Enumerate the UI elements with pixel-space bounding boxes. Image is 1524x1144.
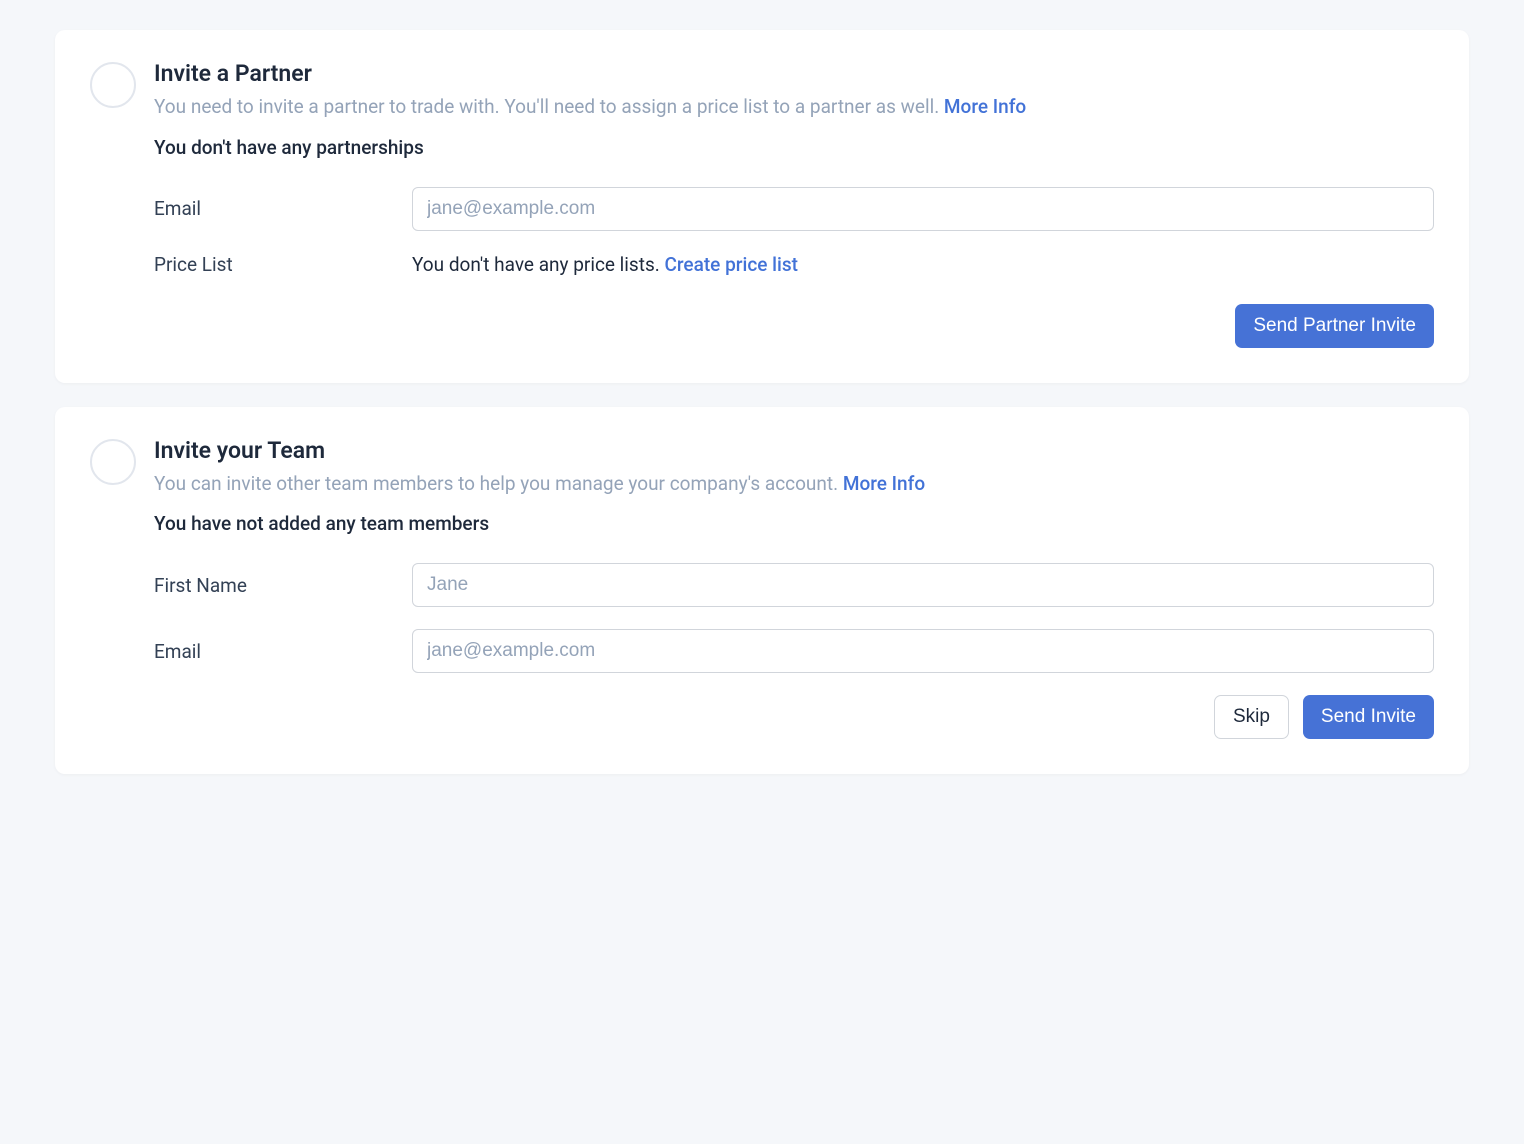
status-circle-icon: [90, 439, 136, 485]
create-pricelist-link[interactable]: Create price list: [664, 253, 797, 276]
pricelist-message: You don't have any price lists.: [412, 253, 664, 276]
team-email-row: Email: [154, 629, 1434, 673]
partner-pricelist-label: Price List: [154, 253, 412, 276]
team-button-row: Skip Send Invite: [154, 695, 1434, 739]
team-more-info-link[interactable]: More Info: [843, 472, 925, 495]
skip-button[interactable]: Skip: [1214, 695, 1289, 739]
status-circle-icon: [90, 62, 136, 108]
send-partner-invite-button[interactable]: Send Partner Invite: [1235, 304, 1434, 348]
card-header: Invite a Partner You need to invite a pa…: [90, 60, 1434, 348]
card-content: Invite your Team You can invite other te…: [154, 437, 1434, 740]
partner-email-input[interactable]: [412, 187, 1434, 231]
partner-status: You don't have any partnerships: [154, 136, 1434, 159]
team-description: You can invite other team members to hel…: [154, 470, 1434, 499]
team-email-input[interactable]: [412, 629, 1434, 673]
partner-title: Invite a Partner: [154, 60, 1434, 87]
invite-team-card: Invite your Team You can invite other te…: [55, 407, 1469, 775]
partner-email-label: Email: [154, 197, 412, 220]
team-firstname-input[interactable]: [412, 563, 1434, 607]
card-content: Invite a Partner You need to invite a pa…: [154, 60, 1434, 348]
send-team-invite-button[interactable]: Send Invite: [1303, 695, 1434, 739]
team-title: Invite your Team: [154, 437, 1434, 464]
team-email-label: Email: [154, 640, 412, 663]
partner-pricelist-row: Price List You don't have any price list…: [154, 253, 1434, 276]
team-status: You have not added any team members: [154, 512, 1434, 535]
card-header: Invite your Team You can invite other te…: [90, 437, 1434, 740]
partner-pricelist-value: You don't have any price lists. Create p…: [412, 253, 1434, 276]
partner-more-info-link[interactable]: More Info: [944, 95, 1026, 118]
partner-email-row: Email: [154, 187, 1434, 231]
team-firstname-label: First Name: [154, 574, 412, 597]
invite-partner-card: Invite a Partner You need to invite a pa…: [55, 30, 1469, 383]
team-firstname-row: First Name: [154, 563, 1434, 607]
team-description-text: You can invite other team members to hel…: [154, 472, 843, 495]
partner-description: You need to invite a partner to trade wi…: [154, 93, 1434, 122]
partner-button-row: Send Partner Invite: [154, 304, 1434, 348]
partner-description-text: You need to invite a partner to trade wi…: [154, 95, 944, 118]
